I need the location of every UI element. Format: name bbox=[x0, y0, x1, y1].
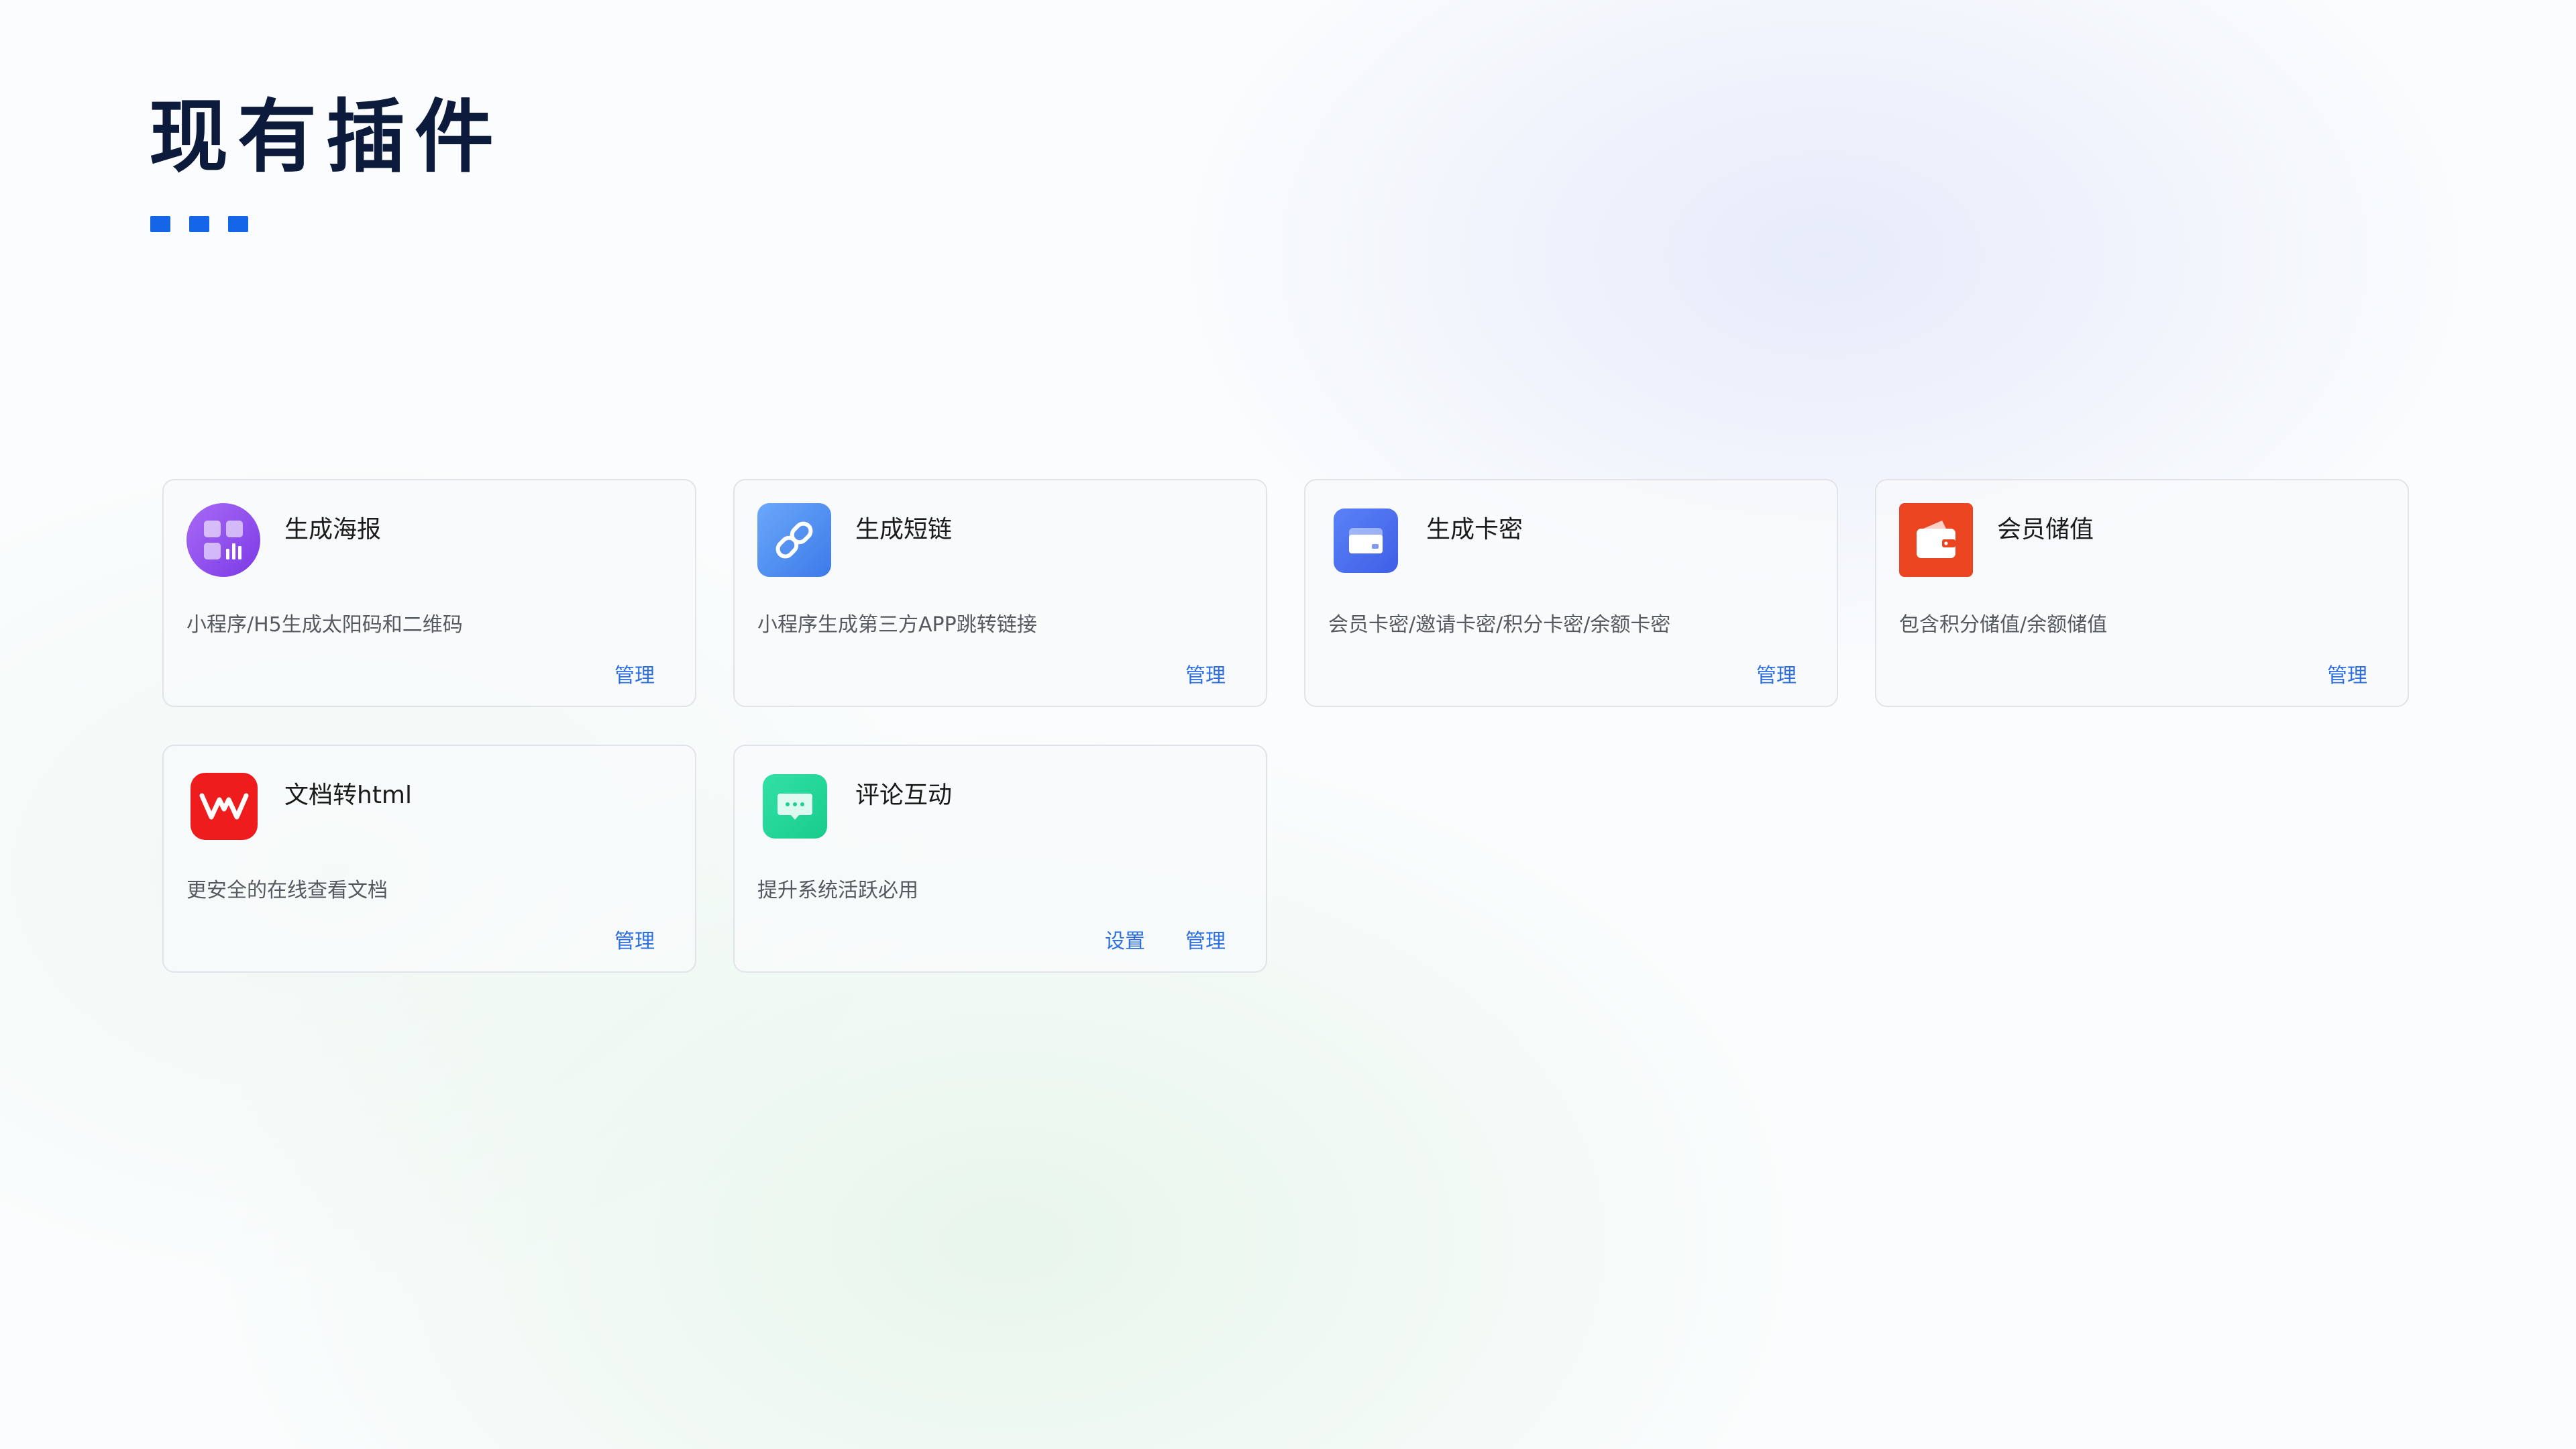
plugin-title: 生成卡密 bbox=[1426, 516, 1523, 543]
plugin-title: 会员储值 bbox=[1997, 516, 2094, 543]
plugin-description: 提升系统活跃必用 bbox=[757, 879, 918, 902]
plugin-title: 生成短链 bbox=[855, 516, 953, 543]
plugin-card-doc-html: 文档转html 更安全的在线查看文档 管理 bbox=[162, 745, 696, 973]
plugin-card-comment: 评论互动 提升系统活跃必用 设置 管理 bbox=[733, 745, 1267, 973]
page-title: 现有插件 bbox=[149, 91, 504, 183]
plugin-card-recharge: 会员储值 包含积分储值/余额储值 管理 bbox=[1875, 479, 2409, 707]
plugin-description: 更安全的在线查看文档 bbox=[186, 879, 388, 902]
plugin-description: 包含积分储值/余额储值 bbox=[1899, 613, 2108, 637]
plugin-title: 评论互动 bbox=[855, 782, 953, 809]
grid-chart-icon bbox=[186, 503, 260, 577]
plugin-card-poster: 生成海报 小程序/H5生成太阳码和二维码 管理 bbox=[162, 479, 696, 707]
manage-button[interactable]: 管理 bbox=[614, 659, 655, 688]
manage-button[interactable]: 管理 bbox=[1756, 659, 1796, 688]
decoration-dot bbox=[150, 216, 170, 232]
plugin-title: 生成海报 bbox=[284, 516, 382, 543]
plugin-description: 小程序生成第三方APP跳转链接 bbox=[757, 613, 1037, 637]
wps-icon bbox=[191, 773, 258, 840]
card-icon bbox=[1334, 508, 1398, 573]
wallet-icon bbox=[1899, 503, 1973, 577]
manage-button[interactable]: 管理 bbox=[2327, 659, 2367, 688]
plugin-title: 文档转html bbox=[284, 782, 413, 809]
plugin-description: 会员卡密/邀请卡密/积分卡密/余额卡密 bbox=[1328, 613, 1671, 637]
comment-icon bbox=[763, 774, 827, 839]
title-decoration bbox=[150, 216, 248, 232]
plugin-card-cardkey: 生成卡密 会员卡密/邀请卡密/积分卡密/余额卡密 管理 bbox=[1304, 479, 1838, 707]
decoration-dot bbox=[189, 216, 209, 232]
settings-button[interactable]: 设置 bbox=[1105, 924, 1145, 954]
decoration-dot bbox=[228, 216, 248, 232]
manage-button[interactable]: 管理 bbox=[614, 924, 655, 954]
plugin-description: 小程序/H5生成太阳码和二维码 bbox=[186, 613, 463, 637]
manage-button[interactable]: 管理 bbox=[1185, 924, 1226, 954]
plugin-card-shortlink: 生成短链 小程序生成第三方APP跳转链接 管理 bbox=[733, 479, 1267, 707]
manage-button[interactable]: 管理 bbox=[1185, 659, 1226, 688]
link-icon bbox=[757, 503, 831, 577]
